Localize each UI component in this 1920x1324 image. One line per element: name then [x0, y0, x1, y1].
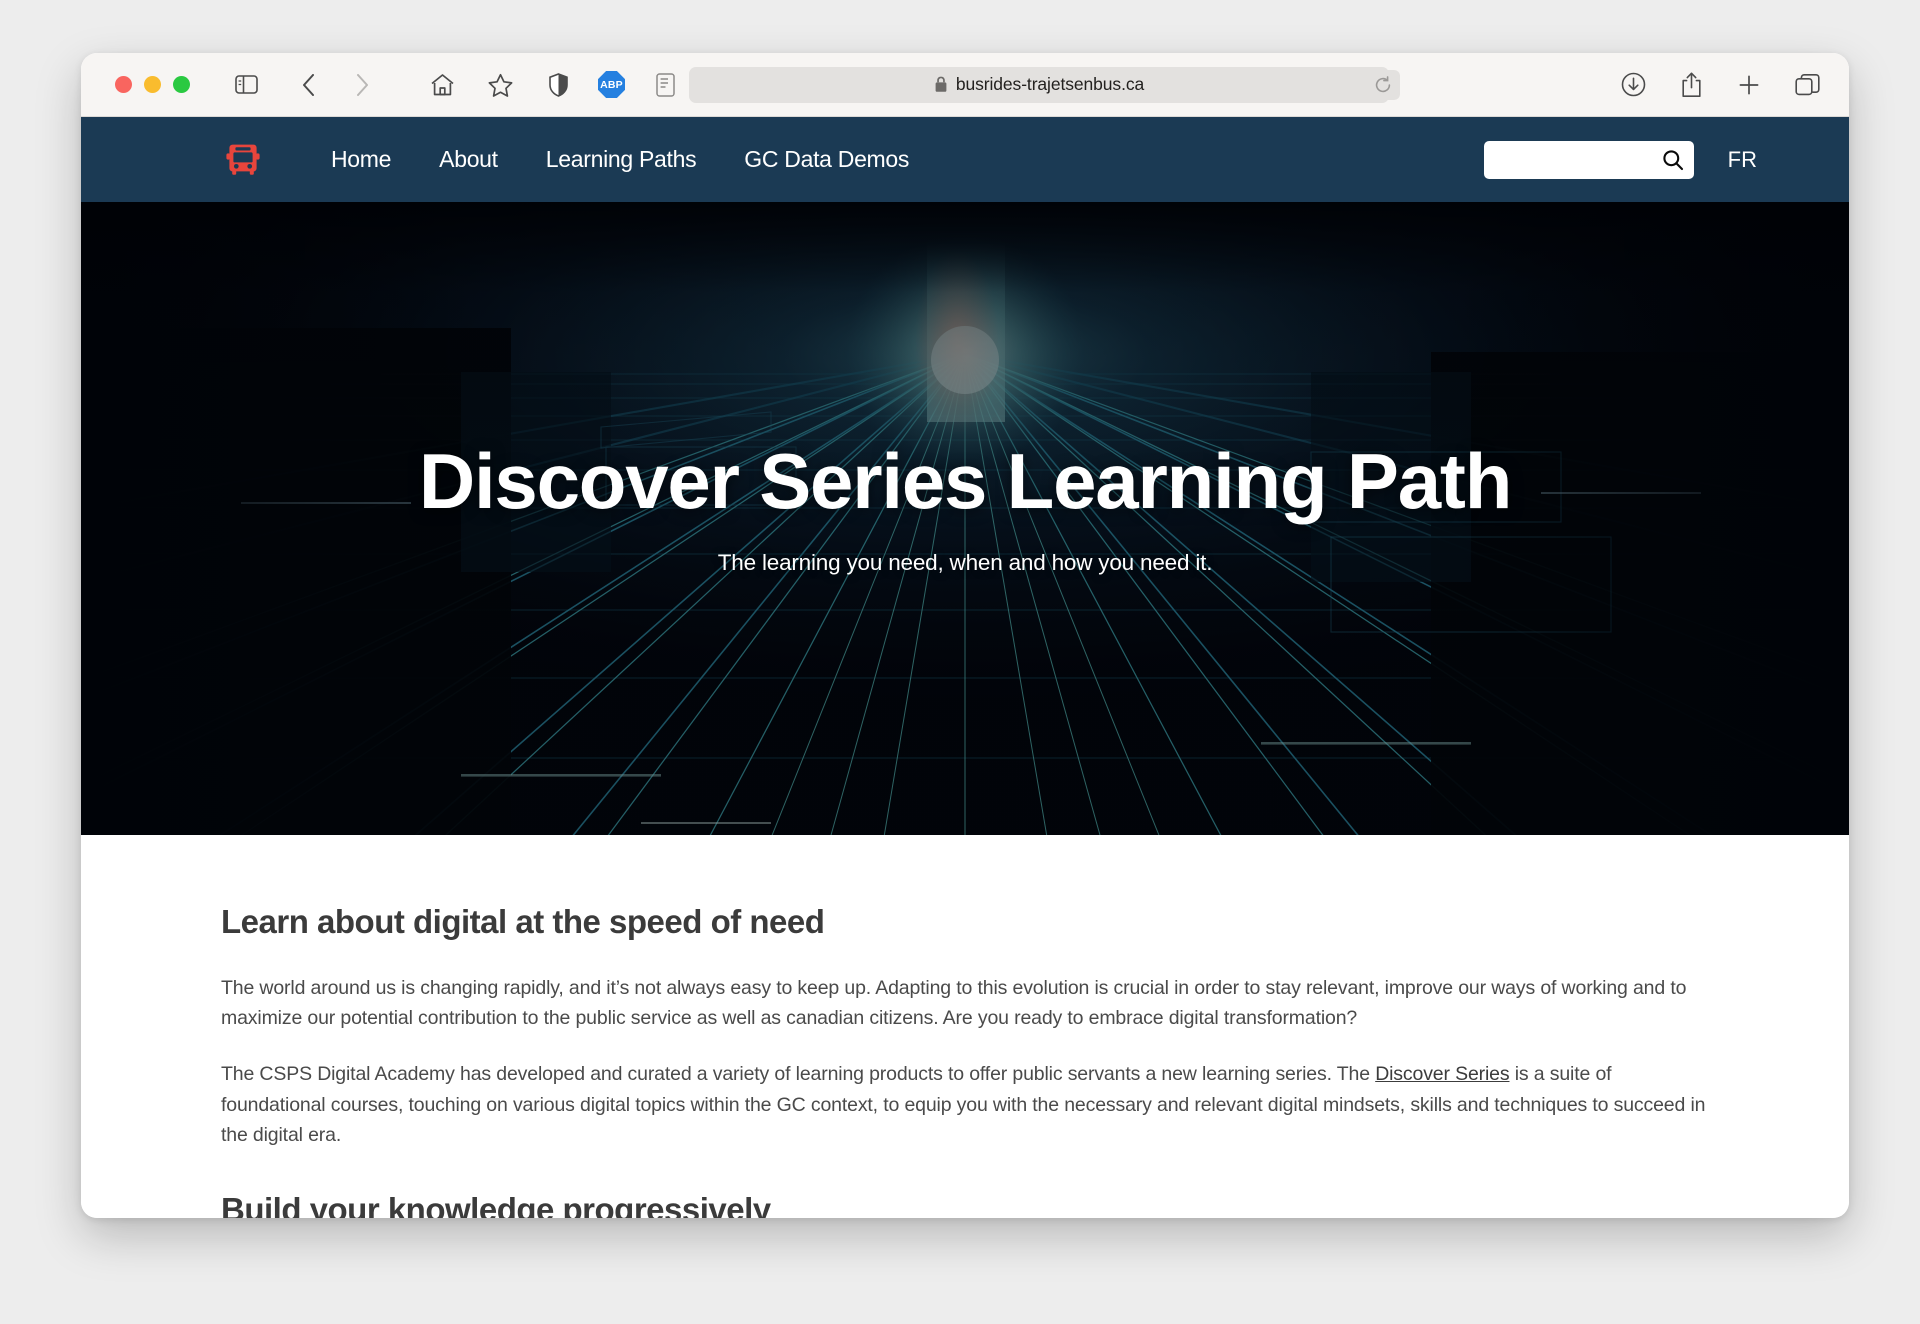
hero-content: Discover Series Learning Path The learni…: [81, 202, 1849, 835]
browser-window: ABP busrides-trajetsenbus.ca Home About …: [81, 53, 1849, 1218]
zoom-window-button[interactable]: [173, 76, 190, 93]
tab-overview-icon[interactable]: [1789, 67, 1825, 103]
nav-item-learning-paths[interactable]: Learning Paths: [522, 146, 721, 173]
adblock-plus-icon[interactable]: ABP: [598, 71, 625, 98]
nav-right-group: FR: [1483, 140, 1757, 179]
browser-toolbar: ABP busrides-trajetsenbus.ca: [81, 53, 1849, 117]
close-window-button[interactable]: [115, 76, 132, 93]
download-icon[interactable]: [1615, 67, 1651, 103]
sidebar-icon[interactable]: [228, 67, 264, 103]
reader-icon[interactable]: [647, 67, 683, 103]
home-icon[interactable]: [424, 67, 460, 103]
section-heading-learn: Learn about digital at the speed of need: [221, 903, 825, 940]
address-bar[interactable]: busrides-trajetsenbus.ca: [689, 66, 1389, 103]
hero-title: Discover Series Learning Path: [418, 437, 1513, 526]
share-icon[interactable]: [1673, 67, 1709, 103]
shield-icon[interactable]: [540, 67, 576, 103]
search-box[interactable]: [1483, 140, 1694, 179]
nav-item-about[interactable]: About: [415, 146, 522, 173]
search-icon[interactable]: [1662, 149, 1684, 171]
bookmark-star-icon[interactable]: [482, 67, 518, 103]
lock-icon: [934, 76, 948, 93]
intro-paragraph: The world around us is changing rapidly,…: [221, 977, 1687, 1030]
hero-banner: Discover Series Learning Path The learni…: [81, 202, 1849, 835]
primary-nav: Home About Learning Paths GC Data Demos: [307, 146, 933, 173]
search-input[interactable]: [1491, 151, 1662, 168]
new-tab-icon[interactable]: [1731, 67, 1767, 103]
nav-item-gc-data-demos[interactable]: GC Data Demos: [720, 146, 933, 173]
site-navigation-bar: Home About Learning Paths GC Data Demos …: [81, 117, 1849, 202]
language-toggle-fr[interactable]: FR: [1728, 147, 1757, 173]
nav-item-home[interactable]: Home: [307, 146, 415, 173]
back-icon[interactable]: [290, 67, 326, 103]
bus-icon: [224, 141, 262, 179]
section-heading-build: Build your knowledge progressively: [221, 1191, 771, 1218]
hero-subtitle: The learning you need, when and how you …: [717, 549, 1213, 575]
minimize-window-button[interactable]: [144, 76, 161, 93]
paragraph-text-before: The CSPS Digital Academy has developed a…: [221, 1063, 1376, 1086]
forward-icon[interactable]: [344, 67, 380, 103]
discover-series-paragraph: The CSPS Digital Academy has developed a…: [221, 1059, 1709, 1150]
url-text: busrides-trajetsenbus.ca: [955, 74, 1145, 94]
site-logo-link[interactable]: [224, 141, 262, 179]
traffic-lights: [115, 76, 190, 93]
reload-icon[interactable]: [1366, 69, 1400, 100]
main-content: Learn about digital at the speed of need…: [81, 835, 1849, 1218]
discover-series-link[interactable]: Discover Series: [1375, 1063, 1509, 1085]
